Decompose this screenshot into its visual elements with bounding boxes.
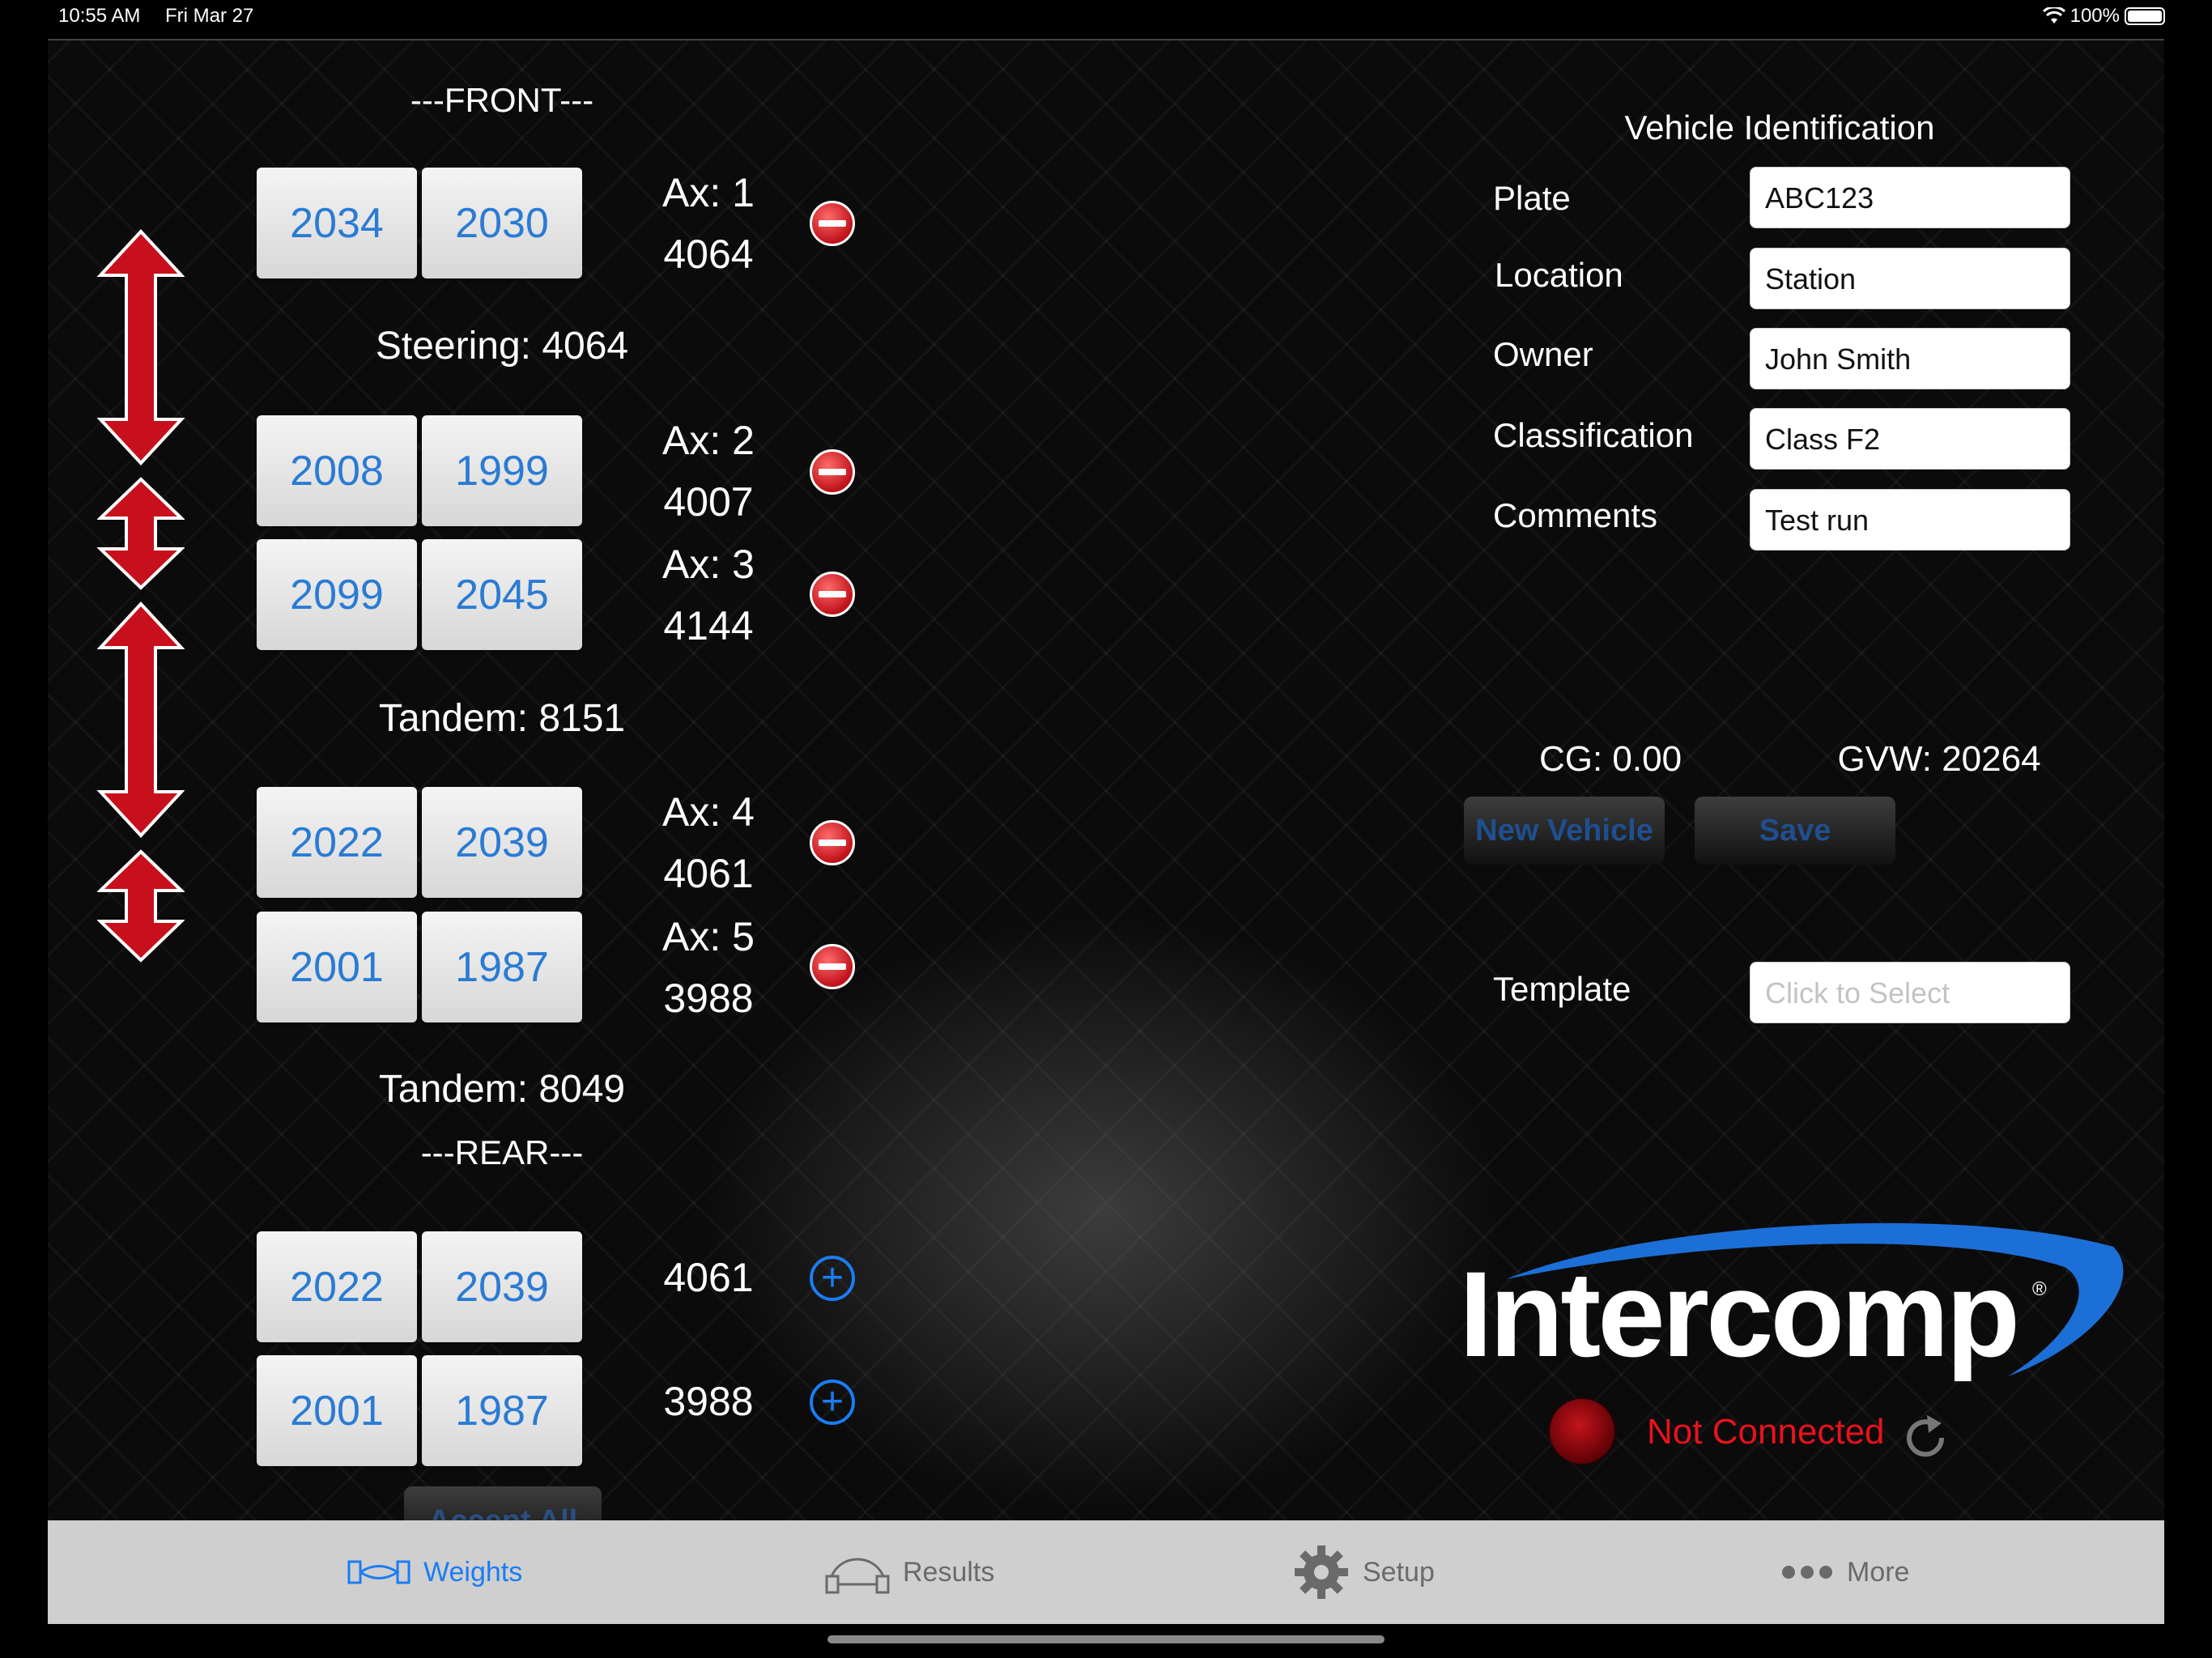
front-label: ---FRONT--- [410,81,594,119]
axle-total: 4061 [663,851,754,896]
tab-bar: Weights Results Setup More [48,1520,2164,1624]
remove-axle-button[interactable] [810,944,855,989]
more-icon [1782,1566,1832,1579]
add-axle-button[interactable]: + [810,1380,855,1425]
plate-label: Plate [1493,179,1571,217]
available-total: 4061 [663,1255,754,1300]
tab-label: More [1847,1556,1910,1588]
tab-weights[interactable]: Weights [347,1520,522,1624]
classification-label: Classification [1493,416,1694,454]
save-button[interactable]: Save [1695,797,1895,865]
remove-axle-button[interactable] [810,201,855,246]
location-label: Location [1495,256,1623,294]
axle-2-left-weight[interactable]: 2008 [257,415,417,526]
tandem-link-icon[interactable] [97,848,185,963]
axle-total: 4064 [663,232,754,277]
gross-vehicle-weight: GVW: 20264 [1837,739,2041,779]
battery-icon [2125,7,2165,25]
steering-group-total: Steering: 4064 [375,325,629,368]
tab-label: Setup [1363,1556,1435,1588]
available-right-weight[interactable]: 2039 [422,1231,582,1342]
axle-total: 4144 [663,603,754,648]
tandem-group-total: Tandem: 8049 [378,1068,626,1111]
available-total: 3988 [663,1379,754,1424]
axle-1-info: Ax: 1 4064 [644,162,773,285]
results-icon [825,1558,890,1594]
tab-more[interactable]: More [1780,1520,1909,1624]
comments-field[interactable]: Test run [1750,489,2070,551]
status-right: 100% [2042,5,2165,28]
tandem-group-total: Tandem: 8151 [378,697,626,740]
new-vehicle-button[interactable]: New Vehicle [1464,797,1665,865]
owner-label: Owner [1493,335,1593,373]
rear-label: ---REAR--- [420,1133,584,1171]
plate-field[interactable]: ABC123 [1750,167,2070,228]
axle-number: Ax: 5 [662,914,755,959]
axle-5-info: Ax: 5 3988 [644,906,773,1029]
tab-results[interactable]: Results [825,1520,994,1624]
status-time: 10:55 AM [58,5,141,27]
classification-field[interactable]: Class F2 [1750,408,2070,470]
group-arrow-icon[interactable] [97,601,185,839]
battery-percent: 100% [2069,5,2120,27]
template-select[interactable]: Click to Select [1750,962,2070,1023]
divider [48,39,2164,40]
connection-status-indicator [1550,1399,1614,1464]
axle-4-left-weight[interactable]: 2022 [257,787,417,898]
axle-number: Ax: 1 [662,170,755,215]
axle-1-right-weight[interactable]: 2030 [422,168,582,278]
remove-axle-button[interactable] [810,820,855,865]
owner-field[interactable]: John Smith [1750,328,2070,389]
remove-axle-button[interactable] [810,572,855,617]
axle-1-left-weight[interactable]: 2034 [257,168,417,278]
comments-label: Comments [1493,496,1658,534]
brand-name: Intercomp [1459,1246,2017,1382]
location-field[interactable]: Station [1750,248,2070,309]
plus-icon: + [820,1380,844,1423]
intercomp-logo: Intercomp ® [1459,1222,2124,1382]
axle-2-right-weight[interactable]: 1999 [422,415,582,526]
axle-2-info: Ax: 2 4007 [644,410,773,533]
connection-status-text: Not Connected [1647,1412,1885,1452]
status-date: Fri Mar 27 [165,5,254,27]
weights-icon [347,1560,410,1584]
registered-mark: ® [2032,1278,2047,1300]
center-of-gravity: CG: 0.00 [1538,739,1682,779]
available-right-weight[interactable]: 1987 [422,1355,582,1466]
home-indicator[interactable] [827,1635,1385,1643]
tab-label: Weights [423,1556,523,1588]
remove-axle-button[interactable] [810,449,855,495]
axle-3-left-weight[interactable]: 2099 [257,539,417,650]
available-left-weight[interactable]: 2001 [257,1355,417,1466]
axle-4-info: Ax: 4 4061 [644,781,773,904]
tab-label: Results [903,1556,995,1588]
axle-number: Ax: 2 [662,418,755,463]
vehicle-identification-title: Vehicle Identification [1624,108,1935,147]
axle-3-info: Ax: 3 4144 [644,534,773,657]
wifi-icon [2042,7,2065,23]
refresh-icon[interactable] [1899,1412,1951,1464]
axle-total: 3988 [663,976,754,1021]
status-bar: 10:55 AM Fri Mar 27 100% [0,0,2212,32]
group-arrow-icon[interactable] [97,228,185,466]
template-label: Template [1493,970,1631,1008]
tandem-link-icon[interactable] [97,476,185,591]
tab-setup[interactable]: Setup [1293,1520,1435,1624]
available-left-weight[interactable]: 2022 [257,1231,417,1342]
axle-5-left-weight[interactable]: 2001 [257,912,417,1022]
axle-4-right-weight[interactable]: 2039 [422,787,582,898]
axle-3-right-weight[interactable]: 2045 [422,539,582,650]
axle-total: 4007 [663,479,754,525]
plus-icon: + [820,1256,844,1299]
gear-icon [1295,1545,1348,1599]
axle-5-right-weight[interactable]: 1987 [422,912,582,1022]
axle-number: Ax: 3 [662,542,755,587]
axle-number: Ax: 4 [662,789,755,835]
add-axle-button[interactable]: + [810,1256,855,1301]
